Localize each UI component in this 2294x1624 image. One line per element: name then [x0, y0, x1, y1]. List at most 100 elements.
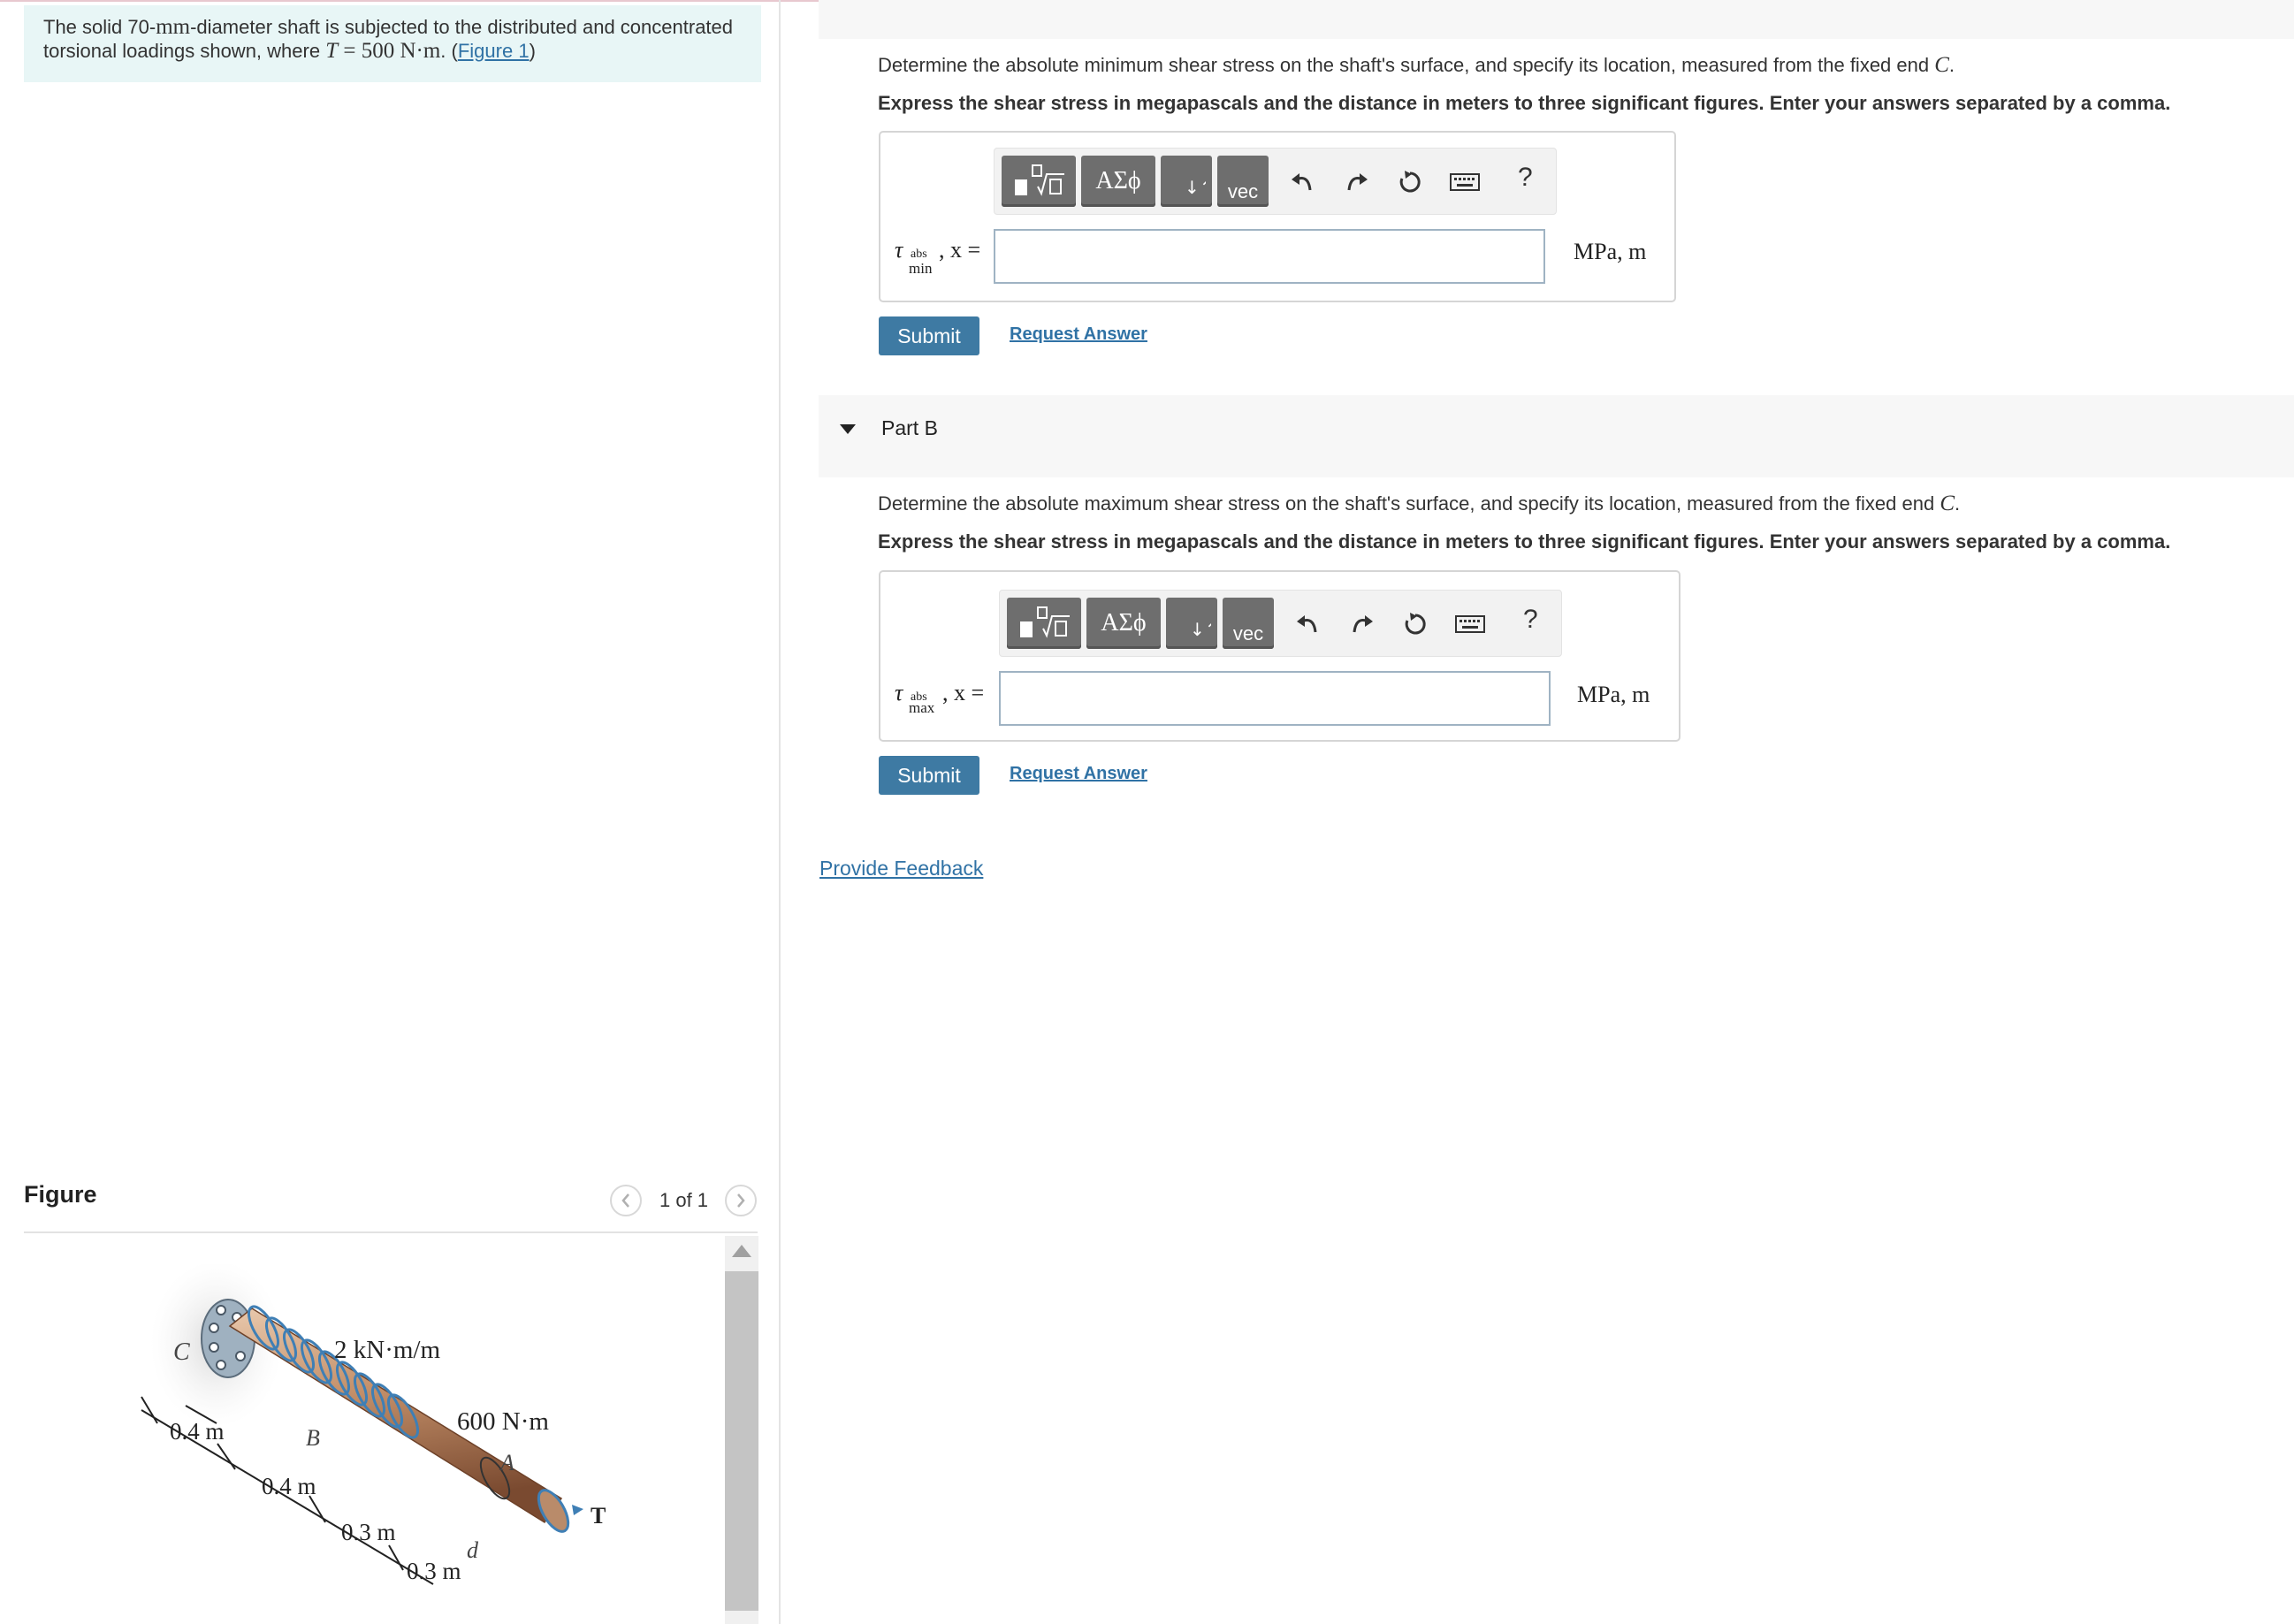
reset-icon [1405, 613, 1426, 635]
chevron-left-icon [621, 1193, 629, 1208]
reset-button[interactable] [1398, 606, 1433, 642]
greek-symbols-button[interactable]: ΑΣϕ [1086, 598, 1161, 649]
part-b-units: MPa, m [1577, 682, 1650, 707]
part-a-math-toolbar: ΑΣϕ ↓↑ vec ? [994, 148, 1557, 215]
part-a-units: MPa, m [1574, 239, 1647, 264]
undo-button[interactable] [1284, 164, 1320, 200]
part-b-instruction: Express the shear stress in megapascals … [878, 530, 2171, 553]
point-label-A: A [499, 1450, 514, 1475]
problem-var-T: T [325, 39, 339, 63]
templates-button[interactable] [1002, 156, 1076, 207]
keyboard-button[interactable] [1447, 164, 1482, 200]
tau-symbol: τ [895, 680, 903, 705]
help-button[interactable]: ? [1518, 163, 1533, 193]
torque-label-T: T [591, 1503, 606, 1529]
part-b-question: Determine the absolute maximum shear str… [878, 492, 1960, 516]
label-x-equals: , x = [942, 680, 985, 705]
problem-statement: The solid 70-mm-diameter shaft is subjec… [24, 5, 761, 82]
problem-text-3: . ( [440, 40, 458, 62]
vector-button[interactable]: vec [1217, 156, 1269, 207]
problem-text-1: The solid 70- [43, 16, 156, 38]
part-a-submit-button[interactable]: Submit [879, 316, 979, 355]
shaft-figure: 0.4 m 0.4 m 0.3 m 0.3 m C B A d T 2 kN·m… [141, 1264, 606, 1585]
concentrated-torque-label: 600 N·m [457, 1407, 549, 1436]
redo-button[interactable] [1345, 606, 1380, 642]
point-label-B: B [306, 1425, 320, 1451]
part-b-answer-box: ΑΣϕ ↓↑ vec ? τ abs max , x = MPa, m [879, 570, 1680, 742]
figure-header-rule [24, 1231, 758, 1233]
redo-button[interactable] [1339, 164, 1375, 200]
figure-next-button[interactable] [725, 1185, 757, 1216]
greek-symbols-button[interactable]: ΑΣϕ [1081, 156, 1155, 207]
distributed-load-label: 2 kN·m/m [334, 1336, 440, 1364]
keyboard-icon [1455, 615, 1485, 633]
part-a-question: Determine the absolute minimum shear str… [878, 53, 1955, 78]
point-label-d: d [467, 1537, 479, 1563]
part-b-question-var: C [1940, 492, 1955, 515]
part-a-instruction: Express the shear stress in megapascals … [878, 92, 2171, 114]
scroll-thumb[interactable] [725, 1271, 758, 1611]
part-a-header-strip [819, 0, 2294, 39]
part-a-answer-label: τ abs min , x = [895, 237, 992, 277]
subscript-superscript-button[interactable]: ↓↑ [1166, 598, 1217, 649]
part-b-question-end: . [1955, 492, 1961, 515]
keyboard-icon [1450, 173, 1480, 191]
provide-feedback-link[interactable]: Provide Feedback [819, 857, 983, 881]
torque-arrow-T [572, 1505, 583, 1515]
collapse-caret-icon[interactable] [840, 424, 856, 434]
undo-icon [1297, 615, 1317, 633]
reset-button[interactable] [1392, 164, 1428, 200]
arrows-updown-icon: ↓↑ [1185, 177, 1206, 198]
part-a-question-var: C [1934, 53, 1949, 77]
undo-icon [1292, 173, 1312, 191]
part-b-header[interactable] [819, 395, 2294, 477]
part-b-answer-input[interactable] [999, 671, 1551, 726]
svg-text:↓↑: ↓↑ [1185, 177, 1206, 198]
part-a-answer-box: ΑΣϕ ↓↑ vec ? τ abs min , x = MPa, m [879, 131, 1676, 302]
subscript-superscript-button[interactable]: ↓↑ [1161, 156, 1212, 207]
problem-equation: = 500 N·m [338, 39, 441, 63]
reset-icon [1399, 171, 1421, 193]
flange [201, 1299, 255, 1378]
part-b-math-toolbar: ΑΣϕ ↓↑ vec ? [999, 590, 1562, 657]
redo-icon [1353, 615, 1373, 633]
help-button[interactable]: ? [1523, 605, 1538, 635]
dim-label-4: 0.3 m [407, 1558, 461, 1584]
redo-icon [1347, 173, 1368, 191]
problem-unit-mm: mm [156, 15, 191, 39]
part-b-title[interactable]: Part B [881, 416, 938, 440]
part-b-submit-button[interactable]: Submit [879, 756, 979, 795]
problem-text-4: ) [529, 40, 536, 62]
part-a-request-answer-link[interactable]: Request Answer [1010, 324, 1147, 345]
pane-divider [779, 0, 781, 1624]
figure-link[interactable]: Figure 1 [458, 40, 530, 62]
part-b-answer-label: τ abs max , x = [895, 680, 995, 716]
tau-subscript: max [909, 699, 935, 716]
label-x-equals: , x = [939, 237, 981, 263]
point-label-C: C [173, 1338, 190, 1366]
part-b-question-text: Determine the absolute maximum shear str… [878, 492, 1940, 515]
chevron-right-icon [737, 1193, 745, 1208]
scroll-up-arrow-icon[interactable] [732, 1245, 751, 1257]
figure-prev-button[interactable] [610, 1185, 642, 1216]
templates-button[interactable] [1007, 598, 1081, 649]
figure-counter: 1 of 1 [659, 1189, 709, 1211]
part-a-question-end: . [1948, 54, 1955, 76]
dim-label-2: 0.4 m [262, 1473, 316, 1499]
fraction-sqrt-icon [1015, 164, 1064, 196]
part-a-answer-input[interactable] [994, 229, 1545, 284]
svg-text:↓↑: ↓↑ [1190, 619, 1211, 640]
part-b-request-answer-link[interactable]: Request Answer [1010, 764, 1147, 784]
dim-label-3: 0.3 m [341, 1519, 396, 1545]
tau-symbol: τ [895, 237, 903, 263]
undo-button[interactable] [1290, 606, 1325, 642]
dim-label-1: 0.4 m [170, 1418, 225, 1445]
fraction-sqrt-icon [1020, 606, 1070, 638]
keyboard-button[interactable] [1452, 606, 1488, 642]
part-a-question-text: Determine the absolute minimum shear str… [878, 54, 1935, 76]
arrows-updown-icon: ↓↑ [1190, 619, 1211, 640]
tau-subscript: min [909, 260, 933, 277]
figure-scrollbar[interactable] [725, 1236, 758, 1624]
vector-button[interactable]: vec [1223, 598, 1274, 649]
figure-panel-title: Figure [24, 1181, 97, 1208]
